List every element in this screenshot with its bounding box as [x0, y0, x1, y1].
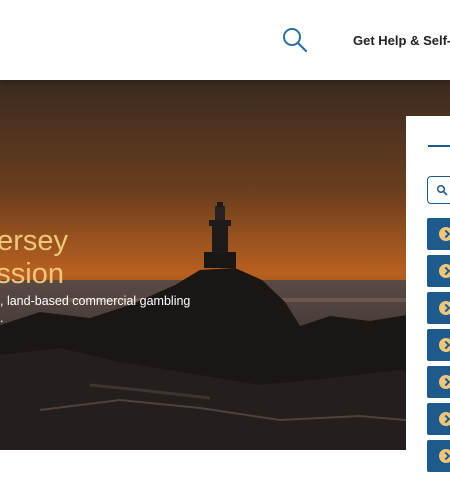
hero-title: ersey ssion [0, 225, 68, 291]
quick-link-item[interactable] [427, 292, 450, 324]
quick-link-item[interactable] [427, 218, 450, 250]
search-button[interactable] [281, 26, 309, 54]
chevron-right-icon [439, 412, 450, 426]
search-icon [283, 28, 308, 53]
site-header: Get Help & Self-E [0, 0, 450, 80]
hero-subtitle: , land-based commercial gambling . [0, 293, 190, 327]
chevron-right-icon [439, 449, 450, 463]
quick-link-item[interactable] [427, 440, 450, 472]
chevron-right-icon [439, 264, 450, 278]
quick-link-list [427, 218, 450, 477]
hero-subtitle-line-2: . [0, 311, 4, 325]
quick-link-item[interactable] [427, 255, 450, 287]
quick-link-item[interactable] [427, 329, 450, 361]
chevron-right-icon [439, 375, 450, 389]
quick-link-item[interactable] [427, 403, 450, 435]
chevron-right-icon [439, 301, 450, 315]
search-icon [436, 184, 448, 196]
hero-title-line-1: ersey [0, 225, 68, 257]
panel-divider [428, 145, 450, 147]
panel-search-box[interactable] [427, 176, 450, 204]
chevron-right-icon [439, 227, 450, 241]
hero-banner: ersey ssion , land-based commercial gamb… [0, 80, 450, 450]
quick-links-panel [406, 116, 450, 472]
chevron-right-icon [439, 338, 450, 352]
hero-subtitle-line-1: , land-based commercial gambling [0, 294, 191, 308]
hero-title-line-2: ssion [0, 258, 64, 290]
quick-link-item[interactable] [427, 366, 450, 398]
get-help-link[interactable]: Get Help & Self-E [353, 33, 450, 48]
